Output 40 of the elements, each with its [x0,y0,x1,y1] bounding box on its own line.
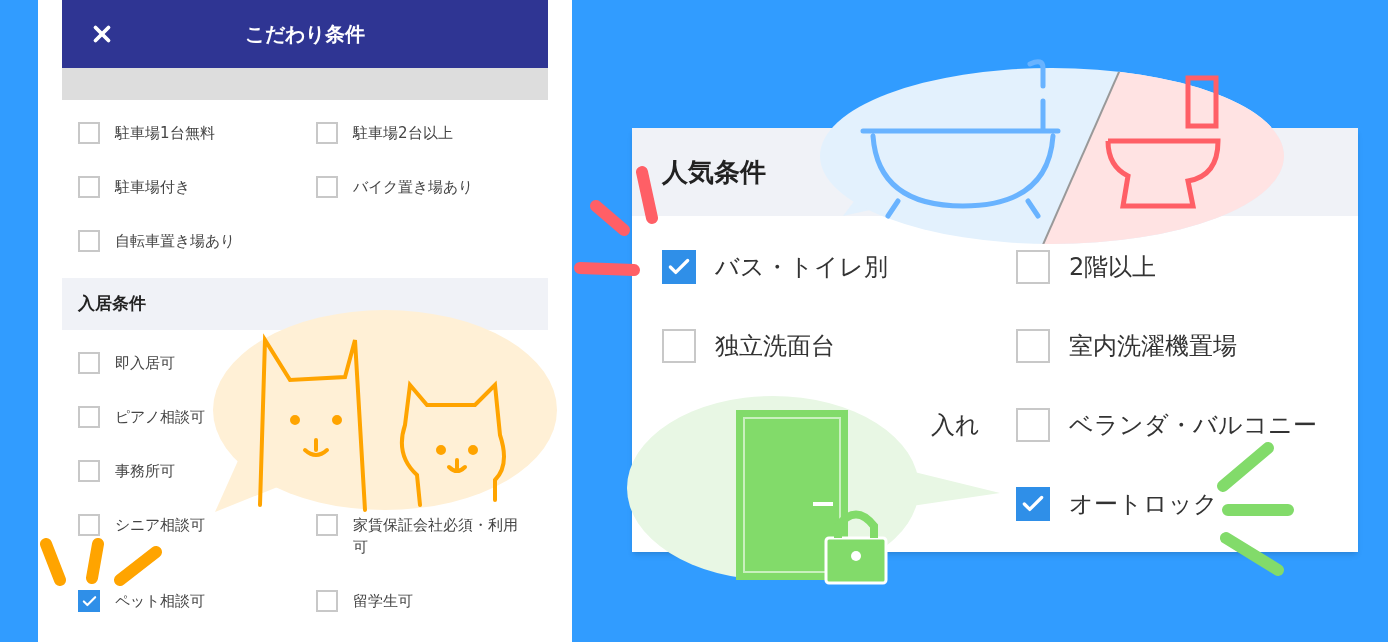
checkbox[interactable] [1016,408,1050,442]
checkbox[interactable] [78,514,100,536]
checkbox[interactable] [316,176,338,198]
checkbox[interactable] [316,590,338,612]
section-title: 入居条件 [78,292,146,316]
option-label: 2階以上 [1069,252,1157,283]
checkbox[interactable] [78,176,100,198]
option-label: ペット相談可 [115,591,205,612]
option-label: 事務所可 [115,461,175,482]
section-title: 人気条件 [662,155,766,189]
option-label: 入れ [931,410,980,441]
dialog-title: こだわり条件 [245,21,365,48]
option-label: 室内洗濯機置場 [1069,331,1237,362]
checkbox[interactable] [1016,487,1050,521]
option-label: 自転車置き場あり [115,231,235,252]
option-label: 留学生可 [353,591,413,612]
checkbox[interactable] [78,406,100,428]
option-label: 家賃保証会社必須・利用可 [353,515,519,558]
option-label: バイク置き場あり [353,177,473,198]
option-label: ベランダ・バルコニー [1069,410,1317,441]
option-label: バス・トイレ別 [715,252,888,283]
option-label: 独立洗面台 [715,331,835,362]
option-label: 駐車場付き [115,177,190,198]
checkbox[interactable] [78,122,100,144]
option-label: 駐車場2台以上 [353,123,453,144]
checkbox[interactable] [78,352,100,374]
checkbox[interactable] [1016,329,1050,363]
option-label: 即入居可 [115,353,175,374]
checkbox[interactable] [662,250,696,284]
checkbox[interactable] [78,230,100,252]
option-label: ピアノ相談可 [115,407,205,428]
checkbox[interactable] [316,122,338,144]
checkbox[interactable] [316,514,338,536]
checkbox[interactable] [78,460,100,482]
checkbox[interactable] [662,329,696,363]
option-label: シニア相談可 [115,515,205,536]
checkbox[interactable] [1016,250,1050,284]
option-label: 駐車場1台無料 [115,123,215,144]
checkbox[interactable] [78,590,100,612]
option-label: オートロック [1069,489,1218,520]
